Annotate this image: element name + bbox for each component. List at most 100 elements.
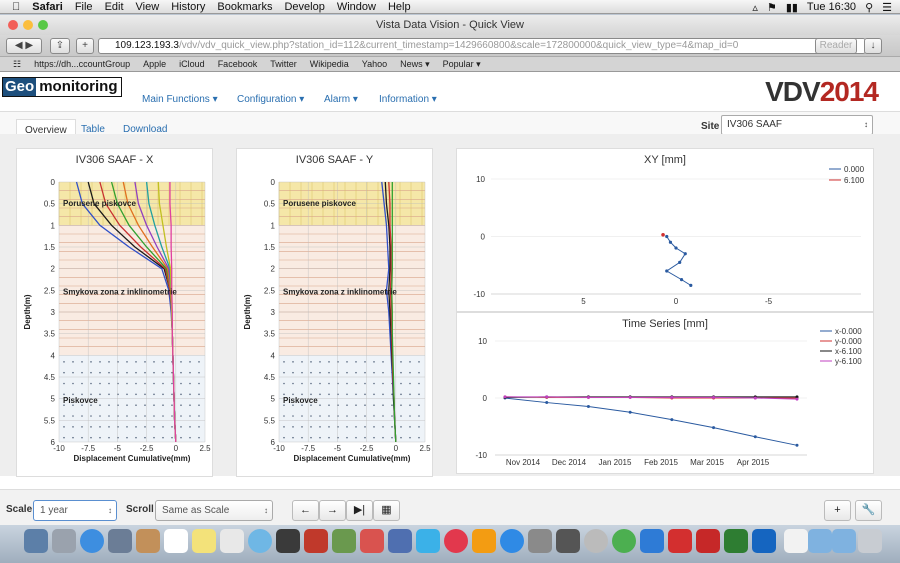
back-forward-button[interactable]: ◀ ▶ [6, 38, 42, 54]
clock[interactable]: Tue 16:30 [807, 1, 856, 13]
finder-icon[interactable] [24, 529, 48, 553]
close-icon[interactable] [8, 20, 18, 30]
menu-edit[interactable]: Edit [105, 1, 124, 13]
menu-view[interactable]: View [136, 1, 160, 13]
folder-icon[interactable] [808, 529, 832, 553]
xy-chart[interactable]: 10 0 -10 5 0 -5 0.000 6.100 [457, 149, 875, 313]
menu-develop[interactable]: Develop [284, 1, 324, 13]
bookmark-item[interactable]: Twitter [270, 59, 297, 69]
settings-button[interactable]: 🔧 [855, 500, 882, 521]
app-icon[interactable] [416, 529, 440, 553]
download-icon[interactable]: ↓ [864, 38, 882, 54]
menu-window[interactable]: Window [337, 1, 376, 13]
menu-file[interactable]: File [75, 1, 93, 13]
bookmark-item[interactable]: News ▾ [400, 59, 430, 70]
nav-label: Alarm [324, 94, 351, 105]
reminders-icon[interactable] [220, 529, 244, 553]
document-icon[interactable] [784, 529, 808, 553]
add-button[interactable]: + [824, 500, 851, 521]
reader-button[interactable]: Reader [815, 38, 857, 54]
menu-history[interactable]: History [171, 1, 205, 13]
apple-icon[interactable]:  [12, 1, 20, 13]
nav-alarm[interactable]: Alarm ▾ [324, 94, 358, 105]
dot-mark [126, 393, 128, 396]
dot-mark [144, 426, 146, 428]
address-bar[interactable]: 109.123.193.3/vdv/vdv_quick_view.php?sta… [98, 38, 866, 54]
menu-help[interactable]: Help [388, 1, 411, 13]
photobooth-icon[interactable] [304, 529, 328, 553]
flag-icon[interactable]: ⚑ [767, 1, 777, 14]
preferences-icon[interactable] [528, 529, 552, 553]
acrobat-icon[interactable] [668, 529, 692, 553]
calendar-app-icon[interactable] [164, 529, 188, 553]
scroll-left-button[interactable]: ← [292, 500, 319, 521]
menu-bookmarks[interactable]: Bookmarks [217, 1, 272, 13]
app-icon[interactable] [388, 529, 412, 553]
ibooks-icon[interactable] [472, 529, 496, 553]
scroll-right-button[interactable]: → [319, 500, 346, 521]
book-icon[interactable]: ☷ [13, 59, 21, 70]
list-icon[interactable]: ☰ [882, 1, 892, 14]
dot-mark [81, 415, 83, 417]
site-select[interactable]: IV306 SAAF ↕ [721, 115, 873, 135]
search-icon[interactable]: ⚲ [865, 1, 873, 14]
itunes-icon[interactable] [444, 529, 468, 553]
scale-select[interactable]: 1 year ↕ [33, 500, 117, 521]
wifi-icon[interactable]: ▵ [752, 1, 758, 14]
zoom-icon[interactable] [38, 20, 48, 30]
nav-information[interactable]: Information ▾ [379, 94, 437, 105]
bookmark-item[interactable]: Facebook [218, 59, 258, 69]
app-icon[interactable] [696, 529, 720, 553]
logo[interactable]: Geo monitoring [2, 77, 122, 97]
bookmark-item[interactable]: https://dh...ccountGroup [34, 59, 130, 69]
iphoto-icon[interactable] [332, 529, 356, 553]
app-icon[interactable] [584, 529, 608, 553]
minimize-icon[interactable] [23, 20, 33, 30]
data-point [668, 240, 673, 244]
dot-mark [400, 393, 402, 396]
notes-icon[interactable] [192, 529, 216, 553]
y-tick-label: 2 [271, 265, 276, 274]
app-icon[interactable] [556, 529, 580, 553]
scroll-end-button[interactable]: ▶| [346, 500, 373, 521]
y-tick-label: 4 [271, 351, 276, 360]
bookmark-item[interactable]: Yahoo [362, 59, 387, 69]
chrome-icon[interactable] [612, 529, 636, 553]
depth-chart-y[interactable]: 00.511.522.533.544.555.56-10 -7.5 -5 -2.5 0 2… [237, 149, 434, 478]
bookmark-item[interactable]: Wikipedia [310, 59, 349, 69]
bookmark-item[interactable]: iCloud [179, 59, 205, 69]
new-tab-button[interactable]: + [76, 38, 94, 54]
nav-main-functions[interactable]: Main Functions ▾ [142, 94, 218, 105]
menu-app[interactable]: Safari [32, 1, 63, 13]
bookmark-item[interactable]: Popular ▾ [443, 59, 481, 70]
folder-icon[interactable] [832, 529, 856, 553]
safari-icon[interactable] [80, 529, 104, 553]
app-icon[interactable] [752, 529, 776, 553]
mail-icon[interactable] [108, 529, 132, 553]
depth-chart-x[interactable]: 00.511.522.533.544.555.56-10 -7.5 -5 -2.5 0 2… [17, 149, 214, 478]
chart-panel-y: IV306 SAAF - Y 0 0.5 1 1.5 2 2.5 3 3.5 4 4.5 5 5.5 6… [236, 148, 433, 477]
messages-icon[interactable] [248, 529, 272, 553]
app-icon[interactable] [360, 529, 384, 553]
dot-mark [99, 361, 101, 363]
app-icon[interactable] [640, 529, 664, 553]
browser-toolbar: ◀ ▶ ⇪ + 109.123.193.3/vdv/vdv_quick_view… [0, 35, 900, 57]
dot-mark [373, 404, 375, 406]
appstore-icon[interactable] [500, 529, 524, 553]
dot-mark [63, 393, 65, 396]
share-button[interactable]: ⇪ [50, 38, 70, 54]
calendar-button[interactable]: ▦ [373, 500, 400, 521]
scroll-select[interactable]: Same as Scale ↕ [155, 500, 273, 521]
x-tick-label: 2.5 [199, 444, 211, 453]
launchpad-icon[interactable] [52, 529, 76, 553]
trash-icon[interactable] [858, 529, 882, 553]
nav-configuration[interactable]: Configuration ▾ [237, 94, 304, 105]
bookmark-item[interactable]: Apple [143, 59, 166, 69]
app-icon[interactable] [724, 529, 748, 553]
facetime-icon[interactable] [276, 529, 300, 553]
battery-icon[interactable]: ▮▮ [786, 1, 798, 14]
timeseries-chart[interactable]: 10 0 -10 Nov 2014 Dec 2014 Jan 2015 Feb 2015 Ma… [457, 313, 875, 475]
contacts-icon[interactable] [136, 529, 160, 553]
y-tick-label: 10 [478, 337, 487, 346]
dot-mark [72, 393, 74, 396]
